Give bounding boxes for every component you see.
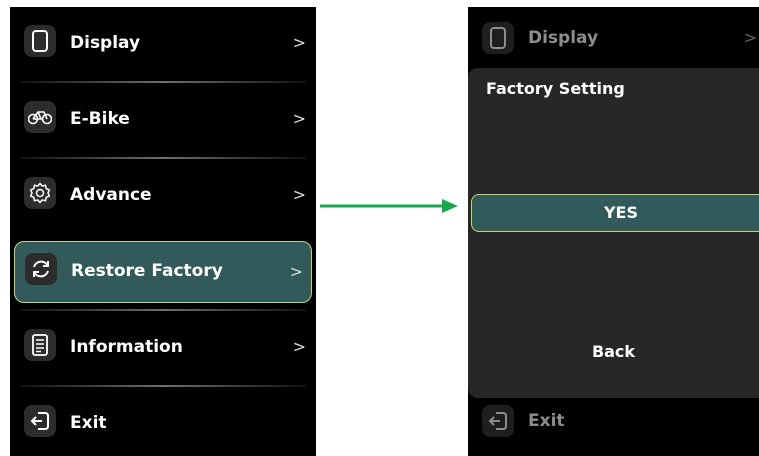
document-icon [24,329,56,361]
dialog-title: Factory Setting [486,79,625,98]
yes-button[interactable]: YES [471,194,759,232]
chevron-right-icon: > [292,185,306,204]
menu-item-display[interactable]: Display > [10,12,316,74]
exit-icon [24,405,56,437]
menu-item-restore-factory[interactable]: Restore Factory > [14,241,312,303]
chevron-right-icon: > [292,337,306,356]
gear-icon [24,177,56,209]
menu-item-label: E-Bike [70,109,130,129]
main-menu-screen: Display > E-Bike > Advance > Restore Fac… [10,7,316,456]
menu-item-exit[interactable]: Exit [10,392,316,454]
refresh-icon [25,253,57,285]
phone-icon [24,25,56,57]
menu-item-label: Restore Factory [71,261,223,281]
divider [20,309,306,311]
chevron-right-icon: > [743,28,757,47]
factory-setting-screen: Display > Factory Setting YES Back Exit [468,7,759,456]
transition-arrow [320,199,458,213]
chevron-right-icon: > [292,33,306,52]
chevron-right-icon: > [289,262,303,281]
menu-item-label: Display [70,33,141,53]
exit-icon [482,405,514,437]
menu-item-label: Exit [70,413,107,433]
chevron-right-icon: > [292,109,306,128]
menu-item-label: Exit [528,411,565,431]
menu-item-information[interactable]: Information > [10,316,316,378]
bicycle-icon [24,101,56,133]
phone-icon [482,22,514,54]
menu-item-display: Display > [468,7,759,69]
menu-item-e-bike[interactable]: E-Bike > [10,88,316,150]
factory-setting-dialog: Factory Setting YES Back [468,68,759,398]
menu-item-exit: Exit [468,390,759,452]
menu-item-label: Information [70,337,183,357]
divider [20,81,306,83]
back-button[interactable]: Back [468,342,759,361]
divider [20,385,306,387]
menu-item-label: Display [528,28,599,48]
menu-item-advance[interactable]: Advance > [10,164,316,226]
menu-item-label: Advance [70,185,152,205]
divider [20,157,306,159]
